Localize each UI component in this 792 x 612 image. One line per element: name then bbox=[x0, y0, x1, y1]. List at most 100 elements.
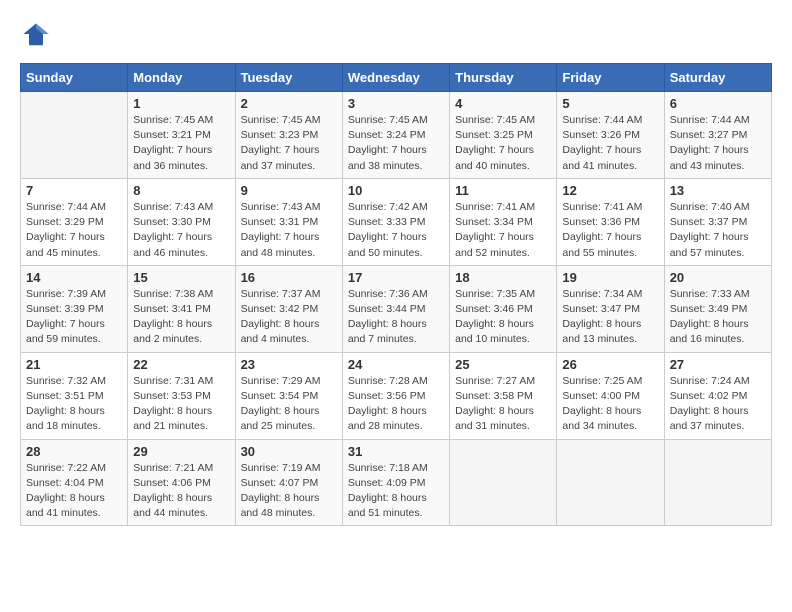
day-info: Sunrise: 7:41 AMSunset: 3:36 PMDaylight:… bbox=[562, 200, 658, 261]
week-row-5: 28 Sunrise: 7:22 AMSunset: 4:04 PMDayligh… bbox=[21, 439, 772, 526]
day-number: 31 bbox=[348, 444, 444, 459]
day-number: 25 bbox=[455, 357, 551, 372]
day-info: Sunrise: 7:39 AMSunset: 3:39 PMDaylight:… bbox=[26, 287, 122, 348]
day-info: Sunrise: 7:24 AMSunset: 4:02 PMDaylight:… bbox=[670, 374, 766, 435]
calendar-cell: 28 Sunrise: 7:22 AMSunset: 4:04 PMDayligh… bbox=[21, 439, 128, 526]
day-number: 27 bbox=[670, 357, 766, 372]
day-info: Sunrise: 7:18 AMSunset: 4:09 PMDaylight:… bbox=[348, 461, 444, 522]
day-info: Sunrise: 7:31 AMSunset: 3:53 PMDaylight:… bbox=[133, 374, 229, 435]
day-header-friday: Friday bbox=[557, 64, 664, 92]
day-number: 4 bbox=[455, 96, 551, 111]
logo-icon bbox=[22, 20, 50, 48]
calendar-cell: 14 Sunrise: 7:39 AMSunset: 3:39 PMDayligh… bbox=[21, 265, 128, 352]
day-info: Sunrise: 7:29 AMSunset: 3:54 PMDaylight:… bbox=[241, 374, 337, 435]
day-number: 19 bbox=[562, 270, 658, 285]
day-header-saturday: Saturday bbox=[664, 64, 771, 92]
day-info: Sunrise: 7:19 AMSunset: 4:07 PMDaylight:… bbox=[241, 461, 337, 522]
calendar-cell: 22 Sunrise: 7:31 AMSunset: 3:53 PMDayligh… bbox=[128, 352, 235, 439]
day-number: 23 bbox=[241, 357, 337, 372]
day-header-sunday: Sunday bbox=[21, 64, 128, 92]
week-row-1: 1 Sunrise: 7:45 AMSunset: 3:21 PMDaylight… bbox=[21, 92, 772, 179]
day-number: 11 bbox=[455, 183, 551, 198]
day-number: 14 bbox=[26, 270, 122, 285]
day-header-row: SundayMondayTuesdayWednesdayThursdayFrid… bbox=[21, 64, 772, 92]
calendar-cell: 31 Sunrise: 7:18 AMSunset: 4:09 PMDayligh… bbox=[342, 439, 449, 526]
week-row-3: 14 Sunrise: 7:39 AMSunset: 3:39 PMDayligh… bbox=[21, 265, 772, 352]
day-info: Sunrise: 7:43 AMSunset: 3:30 PMDaylight:… bbox=[133, 200, 229, 261]
day-number: 12 bbox=[562, 183, 658, 198]
day-header-monday: Monday bbox=[128, 64, 235, 92]
calendar-cell: 25 Sunrise: 7:27 AMSunset: 3:58 PMDayligh… bbox=[450, 352, 557, 439]
calendar-table: SundayMondayTuesdayWednesdayThursdayFrid… bbox=[20, 63, 772, 526]
day-info: Sunrise: 7:33 AMSunset: 3:49 PMDaylight:… bbox=[670, 287, 766, 348]
calendar-cell bbox=[450, 439, 557, 526]
calendar-cell: 5Sunrise: 7:44 AMSunset: 3:26 PMDaylight… bbox=[557, 92, 664, 179]
day-info: Sunrise: 7:44 AMSunset: 3:29 PMDaylight:… bbox=[26, 200, 122, 261]
day-info: Sunrise: 7:36 AMSunset: 3:44 PMDaylight:… bbox=[348, 287, 444, 348]
calendar-cell bbox=[664, 439, 771, 526]
day-info: Sunrise: 7:40 AMSunset: 3:37 PMDaylight:… bbox=[670, 200, 766, 261]
day-number: 18 bbox=[455, 270, 551, 285]
header bbox=[20, 20, 772, 53]
day-number: 17 bbox=[348, 270, 444, 285]
calendar-cell: 19 Sunrise: 7:34 AMSunset: 3:47 PMDayligh… bbox=[557, 265, 664, 352]
calendar-cell: 21 Sunrise: 7:32 AMSunset: 3:51 PMDayligh… bbox=[21, 352, 128, 439]
calendar-cell: 6 Sunrise: 7:44 AMSunset: 3:27 PMDaylight… bbox=[664, 92, 771, 179]
day-info: Sunrise: 7:45 AMSunset: 3:24 PMDaylight:… bbox=[348, 113, 444, 174]
calendar-cell: 27 Sunrise: 7:24 AMSunset: 4:02 PMDayligh… bbox=[664, 352, 771, 439]
day-number: 10 bbox=[348, 183, 444, 198]
calendar-cell: 20 Sunrise: 7:33 AMSunset: 3:49 PMDayligh… bbox=[664, 265, 771, 352]
day-number: 7 bbox=[26, 183, 122, 198]
day-number: 5 bbox=[562, 96, 658, 111]
calendar-cell: 15Sunrise: 7:38 AMSunset: 3:41 PMDayligh… bbox=[128, 265, 235, 352]
calendar-cell: 26Sunrise: 7:25 AMSunset: 4:00 PMDayligh… bbox=[557, 352, 664, 439]
day-info: Sunrise: 7:22 AMSunset: 4:04 PMDaylight:… bbox=[26, 461, 122, 522]
day-info: Sunrise: 7:35 AMSunset: 3:46 PMDaylight:… bbox=[455, 287, 551, 348]
calendar-cell: 11Sunrise: 7:41 AMSunset: 3:34 PMDayligh… bbox=[450, 178, 557, 265]
day-info: Sunrise: 7:44 AMSunset: 3:27 PMDaylight:… bbox=[670, 113, 766, 174]
day-number: 21 bbox=[26, 357, 122, 372]
calendar-cell: 16Sunrise: 7:37 AMSunset: 3:42 PMDayligh… bbox=[235, 265, 342, 352]
day-info: Sunrise: 7:27 AMSunset: 3:58 PMDaylight:… bbox=[455, 374, 551, 435]
day-info: Sunrise: 7:45 AMSunset: 3:21 PMDaylight:… bbox=[133, 113, 229, 174]
calendar-cell: 18 Sunrise: 7:35 AMSunset: 3:46 PMDayligh… bbox=[450, 265, 557, 352]
day-info: Sunrise: 7:25 AMSunset: 4:00 PMDaylight:… bbox=[562, 374, 658, 435]
day-number: 22 bbox=[133, 357, 229, 372]
day-number: 24 bbox=[348, 357, 444, 372]
calendar-cell: 7 Sunrise: 7:44 AMSunset: 3:29 PMDaylight… bbox=[21, 178, 128, 265]
week-row-2: 7 Sunrise: 7:44 AMSunset: 3:29 PMDaylight… bbox=[21, 178, 772, 265]
calendar-cell: 8 Sunrise: 7:43 AMSunset: 3:30 PMDaylight… bbox=[128, 178, 235, 265]
calendar-cell: 2 Sunrise: 7:45 AMSunset: 3:23 PMDaylight… bbox=[235, 92, 342, 179]
day-header-wednesday: Wednesday bbox=[342, 64, 449, 92]
calendar-cell: 30Sunrise: 7:19 AMSunset: 4:07 PMDayligh… bbox=[235, 439, 342, 526]
day-number: 8 bbox=[133, 183, 229, 198]
calendar-cell: 3Sunrise: 7:45 AMSunset: 3:24 PMDaylight… bbox=[342, 92, 449, 179]
calendar-cell: 10Sunrise: 7:42 AMSunset: 3:33 PMDayligh… bbox=[342, 178, 449, 265]
day-number: 9 bbox=[241, 183, 337, 198]
day-info: Sunrise: 7:34 AMSunset: 3:47 PMDaylight:… bbox=[562, 287, 658, 348]
day-info: Sunrise: 7:32 AMSunset: 3:51 PMDaylight:… bbox=[26, 374, 122, 435]
day-header-tuesday: Tuesday bbox=[235, 64, 342, 92]
logo bbox=[20, 20, 50, 53]
calendar-cell: 9Sunrise: 7:43 AMSunset: 3:31 PMDaylight… bbox=[235, 178, 342, 265]
day-info: Sunrise: 7:21 AMSunset: 4:06 PMDaylight:… bbox=[133, 461, 229, 522]
calendar-cell: 1 Sunrise: 7:45 AMSunset: 3:21 PMDaylight… bbox=[128, 92, 235, 179]
day-header-thursday: Thursday bbox=[450, 64, 557, 92]
day-info: Sunrise: 7:37 AMSunset: 3:42 PMDaylight:… bbox=[241, 287, 337, 348]
day-number: 15 bbox=[133, 270, 229, 285]
calendar-cell: 13Sunrise: 7:40 AMSunset: 3:37 PMDayligh… bbox=[664, 178, 771, 265]
day-number: 29 bbox=[133, 444, 229, 459]
day-info: Sunrise: 7:45 AMSunset: 3:25 PMDaylight:… bbox=[455, 113, 551, 174]
day-number: 6 bbox=[670, 96, 766, 111]
day-number: 2 bbox=[241, 96, 337, 111]
calendar-cell: 4 Sunrise: 7:45 AMSunset: 3:25 PMDaylight… bbox=[450, 92, 557, 179]
calendar-cell: 23 Sunrise: 7:29 AMSunset: 3:54 PMDayligh… bbox=[235, 352, 342, 439]
day-number: 1 bbox=[133, 96, 229, 111]
day-number: 20 bbox=[670, 270, 766, 285]
calendar-cell: 24Sunrise: 7:28 AMSunset: 3:56 PMDayligh… bbox=[342, 352, 449, 439]
week-row-4: 21 Sunrise: 7:32 AMSunset: 3:51 PMDayligh… bbox=[21, 352, 772, 439]
calendar-cell: 17 Sunrise: 7:36 AMSunset: 3:44 PMDayligh… bbox=[342, 265, 449, 352]
day-number: 28 bbox=[26, 444, 122, 459]
calendar-cell bbox=[21, 92, 128, 179]
day-info: Sunrise: 7:45 AMSunset: 3:23 PMDaylight:… bbox=[241, 113, 337, 174]
